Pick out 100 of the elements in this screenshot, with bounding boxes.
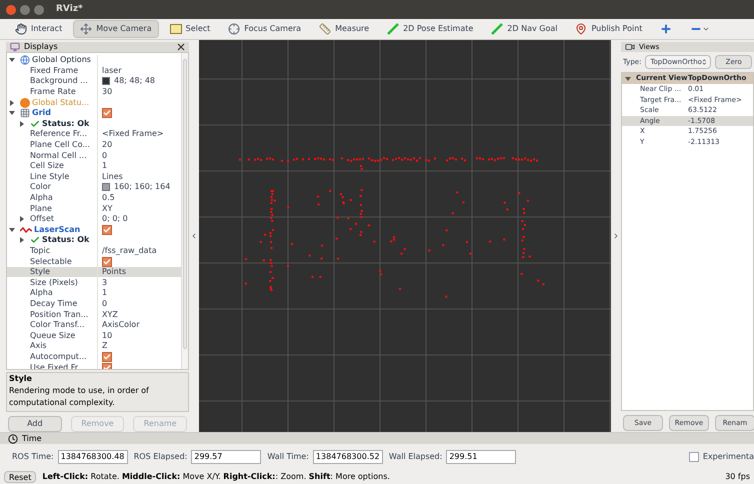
property-value: 0.5	[102, 192, 115, 204]
tree-row[interactable]: Size (Pixels) 3	[7, 277, 181, 288]
property-name: Position Tran...	[30, 308, 88, 320]
time-field[interactable]: 299.51	[446, 450, 516, 464]
collapse-left-icon[interactable]	[190, 232, 198, 240]
property-name: Global Options	[32, 54, 91, 66]
tree-row[interactable]: LaserScan	[7, 224, 181, 236]
property-name: Axis	[30, 340, 47, 352]
plus-icon	[660, 23, 672, 35]
scan-icon	[20, 224, 32, 235]
property-name: Plane Cell Co...	[30, 139, 90, 152]
time-field[interactable]: 299.57	[191, 450, 262, 464]
time-label: Wall Elapsed:	[388, 451, 442, 463]
property-name: Alpha	[30, 192, 53, 204]
clock-icon	[8, 434, 18, 444]
tree-row[interactable]: Color Transf... AxisColor	[7, 320, 181, 330]
checkbox-label: Experimenta	[702, 451, 754, 463]
time-field[interactable]: 1384768300.52	[312, 450, 383, 464]
tool-button[interactable]: Interact	[8, 20, 70, 38]
tool-button[interactable]: Focus Camera	[221, 20, 308, 38]
tree-row[interactable]: Normal Cell ... 0	[7, 150, 181, 161]
property-value: AxisColor	[102, 319, 140, 332]
tree-row[interactable]: Queue Size 10	[7, 330, 181, 342]
tree-row[interactable]: Global Options	[7, 55, 181, 66]
tree-row[interactable]: Color 160; 160; 164	[7, 182, 181, 193]
property-name: Background ...	[30, 75, 88, 88]
property-value: XY	[102, 202, 112, 215]
hint-text: Left-Click: Rotate. Middle-Click: Move X/Y. Right-Click:: Zoom. Shift: More options.	[42, 471, 391, 483]
tree-row[interactable]: Cell Size 1	[7, 160, 181, 172]
property-name: Size (Pixels)	[30, 276, 78, 288]
tree-row[interactable]: Alpha 1	[7, 288, 181, 299]
tree-row[interactable]: Reference Fr... <Fixed Frame>	[7, 129, 181, 140]
checkbox[interactable]	[102, 108, 112, 118]
close-icon[interactable]	[177, 43, 185, 51]
property-name: Global Statu...	[32, 96, 90, 108]
checkbox[interactable]	[102, 352, 112, 362]
expanded-arrow-icon[interactable]	[8, 226, 18, 234]
tool-button[interactable]: Select	[162, 20, 218, 38]
tree-row[interactable]: Position Tran... XYZ	[7, 309, 181, 320]
property-value: 30	[102, 86, 112, 98]
property-name: Color	[30, 181, 51, 194]
property-value: <Fixed Frame>	[102, 128, 164, 140]
move-icon	[80, 23, 92, 35]
expanded-arrow-icon[interactable]	[8, 56, 18, 64]
camera-icon	[625, 42, 635, 52]
property-name: Style	[30, 266, 50, 278]
property-value: /fss_raw_data	[102, 244, 157, 257]
panel-button[interactable]: Add	[8, 416, 62, 432]
tree-row[interactable]: Status: Ok	[7, 118, 181, 130]
tree-row[interactable]: Topic /fss_raw_data	[7, 246, 181, 256]
time-field[interactable]: 1384768300.48	[58, 450, 128, 464]
tree-row[interactable]: Selectable	[7, 256, 181, 267]
tree-row[interactable]: Background ... 48; 48; 48	[7, 76, 181, 87]
property-name: Alpha	[30, 287, 53, 300]
property-value: 3	[102, 276, 108, 289]
tool-button[interactable]: Move Camera	[73, 20, 159, 38]
checkbox[interactable]	[102, 256, 112, 267]
property-value: Points	[102, 266, 126, 278]
tree-row[interactable]: Alpha 0.5	[7, 192, 181, 204]
globe-icon	[20, 55, 30, 66]
property-name: Fixed Frame	[30, 64, 78, 76]
monitor-icon	[10, 42, 20, 52]
property-value: 20	[102, 139, 112, 152]
tool-button[interactable]: Publish Point	[568, 20, 650, 38]
window-title: RViz*	[56, 2, 83, 16]
tree-row[interactable]: Decay Time 0	[7, 298, 181, 310]
reset-button[interactable]: Reset	[4, 471, 36, 483]
tree-row[interactable]: Line Style Lines	[7, 172, 181, 182]
description-text: Rendering mode to use, in order of computational complexity.	[9, 385, 150, 409]
check-icon	[30, 118, 40, 129]
maximize-icon[interactable]	[34, 4, 44, 14]
property-name: Topic	[30, 244, 50, 257]
property-name: Line Style	[30, 170, 70, 182]
property-name: Plane	[30, 202, 52, 214]
tree-row[interactable]: Plane XY	[7, 203, 181, 214]
tree-row[interactable]: Grid	[7, 108, 181, 119]
property-value: Lines	[102, 170, 123, 183]
property-name: Status: Ok	[42, 234, 90, 246]
property-name: Reference Fr...	[30, 128, 88, 140]
tree-row[interactable]: Frame Rate 30	[7, 86, 181, 98]
tool-button[interactable]: 2D Pose Estimate	[380, 20, 480, 38]
tree-row[interactable]: Plane Cell Co... 20	[7, 140, 181, 150]
expanded-arrow-icon[interactable]	[624, 74, 634, 82]
property-value: 10	[102, 330, 112, 342]
tool-button[interactable]: 2D Nav Goal	[484, 20, 564, 38]
tool-button[interactable]: Measure	[312, 20, 376, 38]
grid-icon	[20, 108, 30, 118]
tree-row[interactable]: Fixed Frame laser	[7, 66, 181, 76]
expanded-arrow-icon[interactable]	[8, 109, 18, 118]
tree-row[interactable]: Autocomput...	[7, 352, 181, 362]
panel-title: Displays	[24, 41, 59, 53]
time-label: Wall Time:	[267, 451, 309, 463]
checkbox[interactable]	[688, 452, 699, 462]
scrollbar[interactable]	[181, 53, 188, 369]
property-name: Queue Size	[30, 330, 76, 342]
tree-row[interactable]: Style Points	[7, 266, 181, 278]
minimize-icon[interactable]	[20, 4, 30, 14]
checkbox[interactable]	[102, 224, 112, 235]
tree-row[interactable]: Status: Ok	[7, 235, 181, 246]
collapse-right-icon[interactable]	[612, 232, 620, 240]
